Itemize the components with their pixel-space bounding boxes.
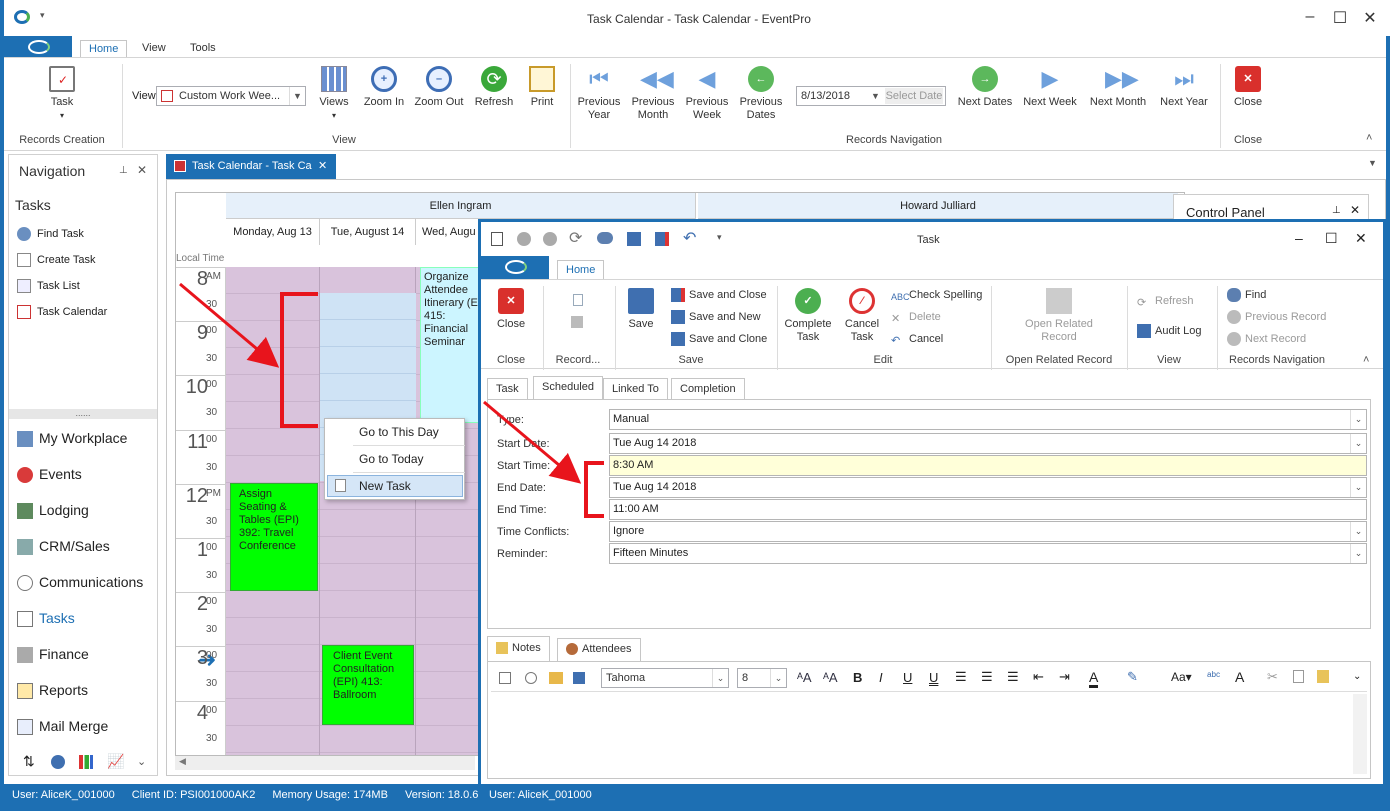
annotation-arrow-dialog: [483, 400, 582, 484]
annotation-bracket-calendar: [280, 292, 318, 428]
annotation-arrow-calendar: [179, 282, 280, 368]
annotation-bracket-dialog: [584, 461, 604, 518]
annotation-overlay: [179, 282, 604, 518]
